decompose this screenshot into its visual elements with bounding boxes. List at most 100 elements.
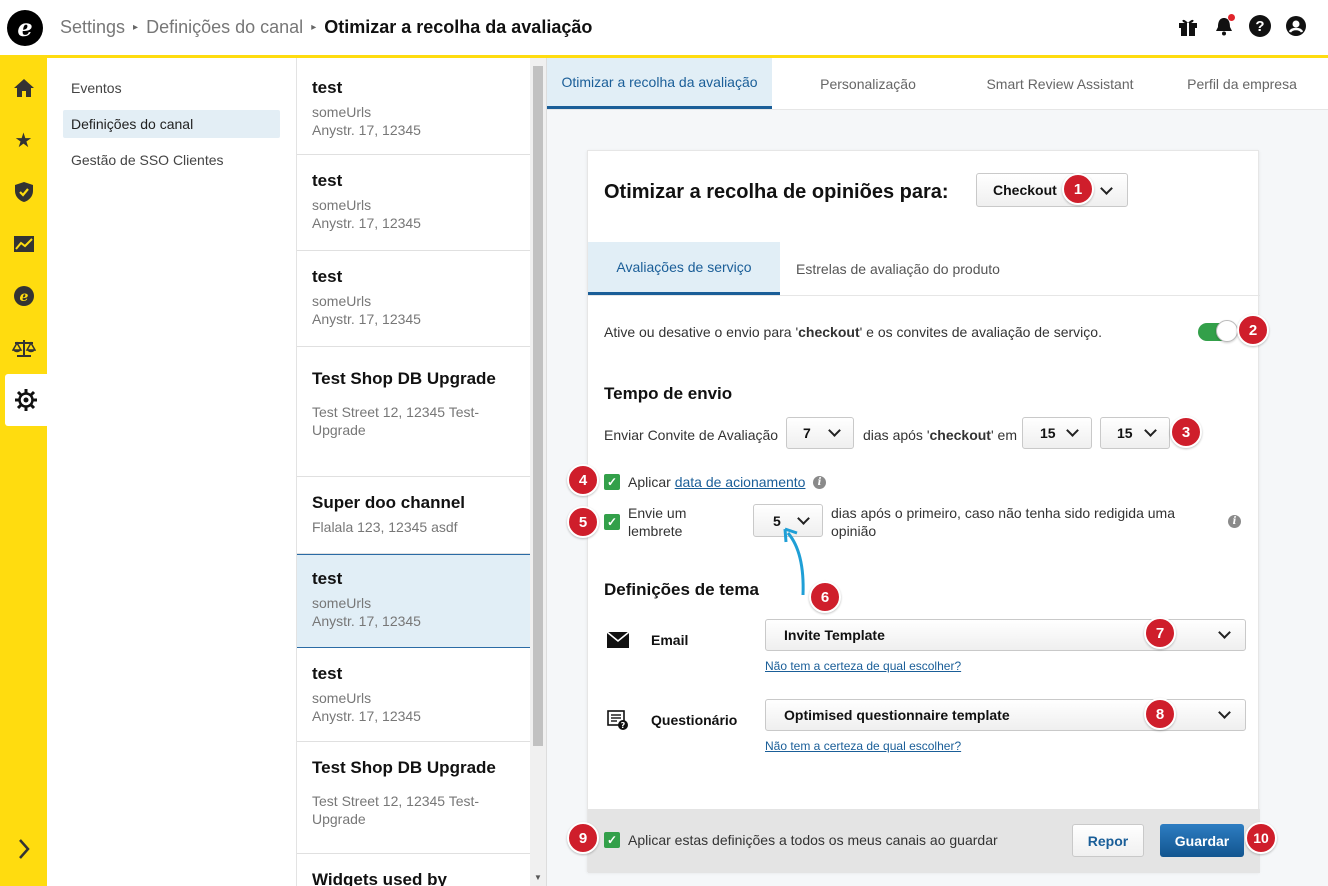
chevron-down-icon bbox=[1100, 182, 1113, 195]
user-account-icon[interactable] bbox=[1284, 14, 1308, 38]
callout-badge-2: 2 bbox=[1237, 314, 1269, 346]
callout-badge-6: 6 bbox=[809, 581, 841, 613]
email-label: Email bbox=[651, 632, 689, 648]
chevron-down-icon bbox=[1218, 706, 1231, 719]
trigger-date-link[interactable]: data de acionamento bbox=[675, 474, 806, 490]
gift-icon[interactable] bbox=[1176, 14, 1200, 38]
scrollbar-thumb[interactable] bbox=[533, 66, 543, 746]
left-rail: ★ e bbox=[0, 58, 47, 886]
channel-item[interactable]: Test Shop DB Upgrade Test Street 12, 123… bbox=[297, 347, 546, 477]
channel-item[interactable]: test someUrls Anystr. 17, 12345 bbox=[297, 155, 546, 251]
top-bar: e Settings ▸ Definições do canal ▸ Otimi… bbox=[0, 0, 1328, 58]
page-title: Otimizar a recolha da avaliação bbox=[324, 17, 593, 37]
info-icon[interactable]: i bbox=[813, 476, 826, 489]
callout-badge-10: 10 bbox=[1245, 822, 1277, 854]
star-icon[interactable]: ★ bbox=[0, 114, 47, 166]
reminder-checkbox[interactable]: ✓ bbox=[604, 514, 620, 530]
questionnaire-help-link[interactable]: Não tem a certeza de qual escolher? bbox=[765, 739, 961, 753]
service-invites-toggle[interactable] bbox=[1198, 320, 1238, 342]
toggle-description: Ative ou desative o envio para 'checkout… bbox=[604, 324, 1102, 340]
event-select[interactable]: Checkout bbox=[976, 173, 1128, 207]
send-invite-label: Enviar Convite de Avaliação bbox=[604, 427, 779, 443]
card-title: Otimizar a recolha de opiniões para: bbox=[604, 181, 949, 203]
save-button[interactable]: Guardar bbox=[1160, 824, 1244, 857]
channel-item[interactable]: test someUrls Anystr. 17, 12345 bbox=[297, 251, 546, 347]
callout-badge-8: 8 bbox=[1144, 698, 1176, 730]
help-icon[interactable]: ? bbox=[1248, 14, 1272, 38]
svg-text:e: e bbox=[19, 289, 28, 305]
envelope-icon bbox=[606, 631, 630, 654]
chevron-down-icon bbox=[828, 424, 841, 437]
breadcrumb-channel-settings[interactable]: Definições do canal bbox=[146, 17, 303, 38]
analytics-chart-icon[interactable] bbox=[0, 218, 47, 270]
nav-item-channel-settings[interactable]: Definições do canal bbox=[63, 110, 280, 138]
questionnaire-icon: ? bbox=[606, 709, 630, 736]
channel-item[interactable]: test someUrls Anystr. 17, 12345 bbox=[297, 58, 546, 155]
reminder-after-label: dias após o primeiro, caso não tenha sid… bbox=[831, 505, 1175, 539]
legal-scales-icon[interactable] bbox=[0, 322, 47, 374]
breadcrumb: Settings ▸ Definições do canal ▸ Otimiza… bbox=[60, 17, 592, 38]
shield-check-icon[interactable] bbox=[0, 166, 47, 218]
notification-dot bbox=[1228, 14, 1235, 21]
scroll-down-arrow-icon[interactable]: ▼ bbox=[534, 873, 542, 882]
chevron-down-icon bbox=[1066, 424, 1079, 437]
event-select-value: Checkout bbox=[993, 182, 1057, 198]
reminder-label: Envie um lembrete bbox=[628, 505, 687, 539]
trigger-date-checkbox[interactable]: ✓ bbox=[604, 474, 620, 490]
breadcrumb-separator-icon: ▸ bbox=[133, 22, 139, 33]
tab-personalization[interactable]: Personalização bbox=[772, 58, 964, 109]
settings-tabs: Otimizar a recolha da avaliação Personal… bbox=[547, 58, 1328, 110]
main-content: Otimizar a recolha da avaliação Personal… bbox=[547, 58, 1328, 886]
chevron-down-icon bbox=[1144, 424, 1157, 437]
settings-card: Otimizar a recolha de opiniões para: Che… bbox=[587, 150, 1260, 873]
tab-service-reviews[interactable]: Avaliações de serviço bbox=[588, 242, 780, 295]
callout-badge-5: 5 bbox=[567, 506, 599, 538]
toggle-knob bbox=[1216, 320, 1238, 342]
hour-select[interactable]: 15 bbox=[1022, 417, 1092, 449]
bell-icon[interactable] bbox=[1212, 14, 1236, 38]
minute-select[interactable]: 15 bbox=[1100, 417, 1170, 449]
channel-item[interactable]: Test Shop DB Upgrade Test Street 12, 123… bbox=[297, 742, 546, 854]
reset-button[interactable]: Repor bbox=[1072, 824, 1144, 857]
theme-heading: Definições de tema bbox=[604, 580, 759, 599]
settings-gear-icon[interactable] bbox=[5, 374, 47, 426]
tab-smart-review-assistant[interactable]: Smart Review Assistant bbox=[964, 58, 1156, 109]
days-select[interactable]: 7 bbox=[786, 417, 854, 449]
apply-all-channels-checkbox[interactable]: ✓ bbox=[604, 832, 620, 848]
chevron-down-icon bbox=[797, 512, 810, 525]
apply-all-channels-label: Aplicar estas definições a todos os meus… bbox=[628, 832, 998, 848]
trigger-date-label: Aplicar data de acionamento bbox=[628, 474, 806, 490]
callout-badge-7: 7 bbox=[1144, 617, 1176, 649]
days-after-label: dias após 'checkout' em bbox=[863, 427, 1017, 443]
settings-nav: Eventos Definições do canal Gestão de SS… bbox=[47, 58, 297, 886]
svg-text:?: ? bbox=[621, 721, 626, 730]
tab-product-reviews[interactable]: Estrelas de avaliação do produto bbox=[780, 242, 1016, 295]
trusted-shops-logo[interactable]: e bbox=[7, 9, 43, 46]
callout-arrow-icon bbox=[783, 527, 805, 596]
tab-company-profile[interactable]: Perfil da empresa bbox=[1156, 58, 1328, 109]
nav-item-eventos[interactable]: Eventos bbox=[63, 74, 280, 102]
breadcrumb-settings[interactable]: Settings bbox=[60, 17, 125, 38]
questionnaire-label: Questionário bbox=[651, 712, 738, 728]
callout-badge-3: 3 bbox=[1170, 416, 1202, 448]
channel-item[interactable]: test someUrls Anystr. 17, 12345 bbox=[297, 648, 546, 742]
channel-item[interactable]: Super doo channel Flalala 123, 12345 asd… bbox=[297, 477, 546, 554]
etrusted-icon[interactable]: e bbox=[0, 270, 47, 322]
review-type-tabs: Avaliações de serviço Estrelas de avalia… bbox=[588, 242, 1260, 296]
info-icon[interactable]: i bbox=[1228, 515, 1241, 528]
channel-item[interactable]: Widgets used by bbox=[297, 854, 546, 886]
tab-optimize-collection[interactable]: Otimizar a recolha da avaliação bbox=[547, 58, 772, 109]
callout-badge-4: 4 bbox=[567, 464, 599, 496]
channel-item-selected[interactable]: test someUrls Anystr. 17, 12345 bbox=[297, 554, 546, 648]
channel-list: test someUrls Anystr. 17, 12345 test some… bbox=[297, 58, 547, 886]
callout-badge-1: 1 bbox=[1062, 173, 1094, 205]
expand-chevron-icon[interactable] bbox=[0, 838, 47, 866]
breadcrumb-separator-icon: ▸ bbox=[311, 22, 317, 33]
channel-list-scrollbar[interactable]: ▼ bbox=[530, 58, 546, 886]
email-help-link[interactable]: Não tem a certeza de qual escolher? bbox=[765, 659, 961, 673]
nav-item-sso-clients[interactable]: Gestão de SSO Clientes bbox=[63, 146, 280, 174]
chevron-down-icon bbox=[1218, 626, 1231, 639]
home-icon[interactable] bbox=[0, 62, 47, 114]
card-footer: ✓ Aplicar estas definições a todos os me… bbox=[588, 809, 1260, 873]
callout-badge-9: 9 bbox=[567, 822, 599, 854]
